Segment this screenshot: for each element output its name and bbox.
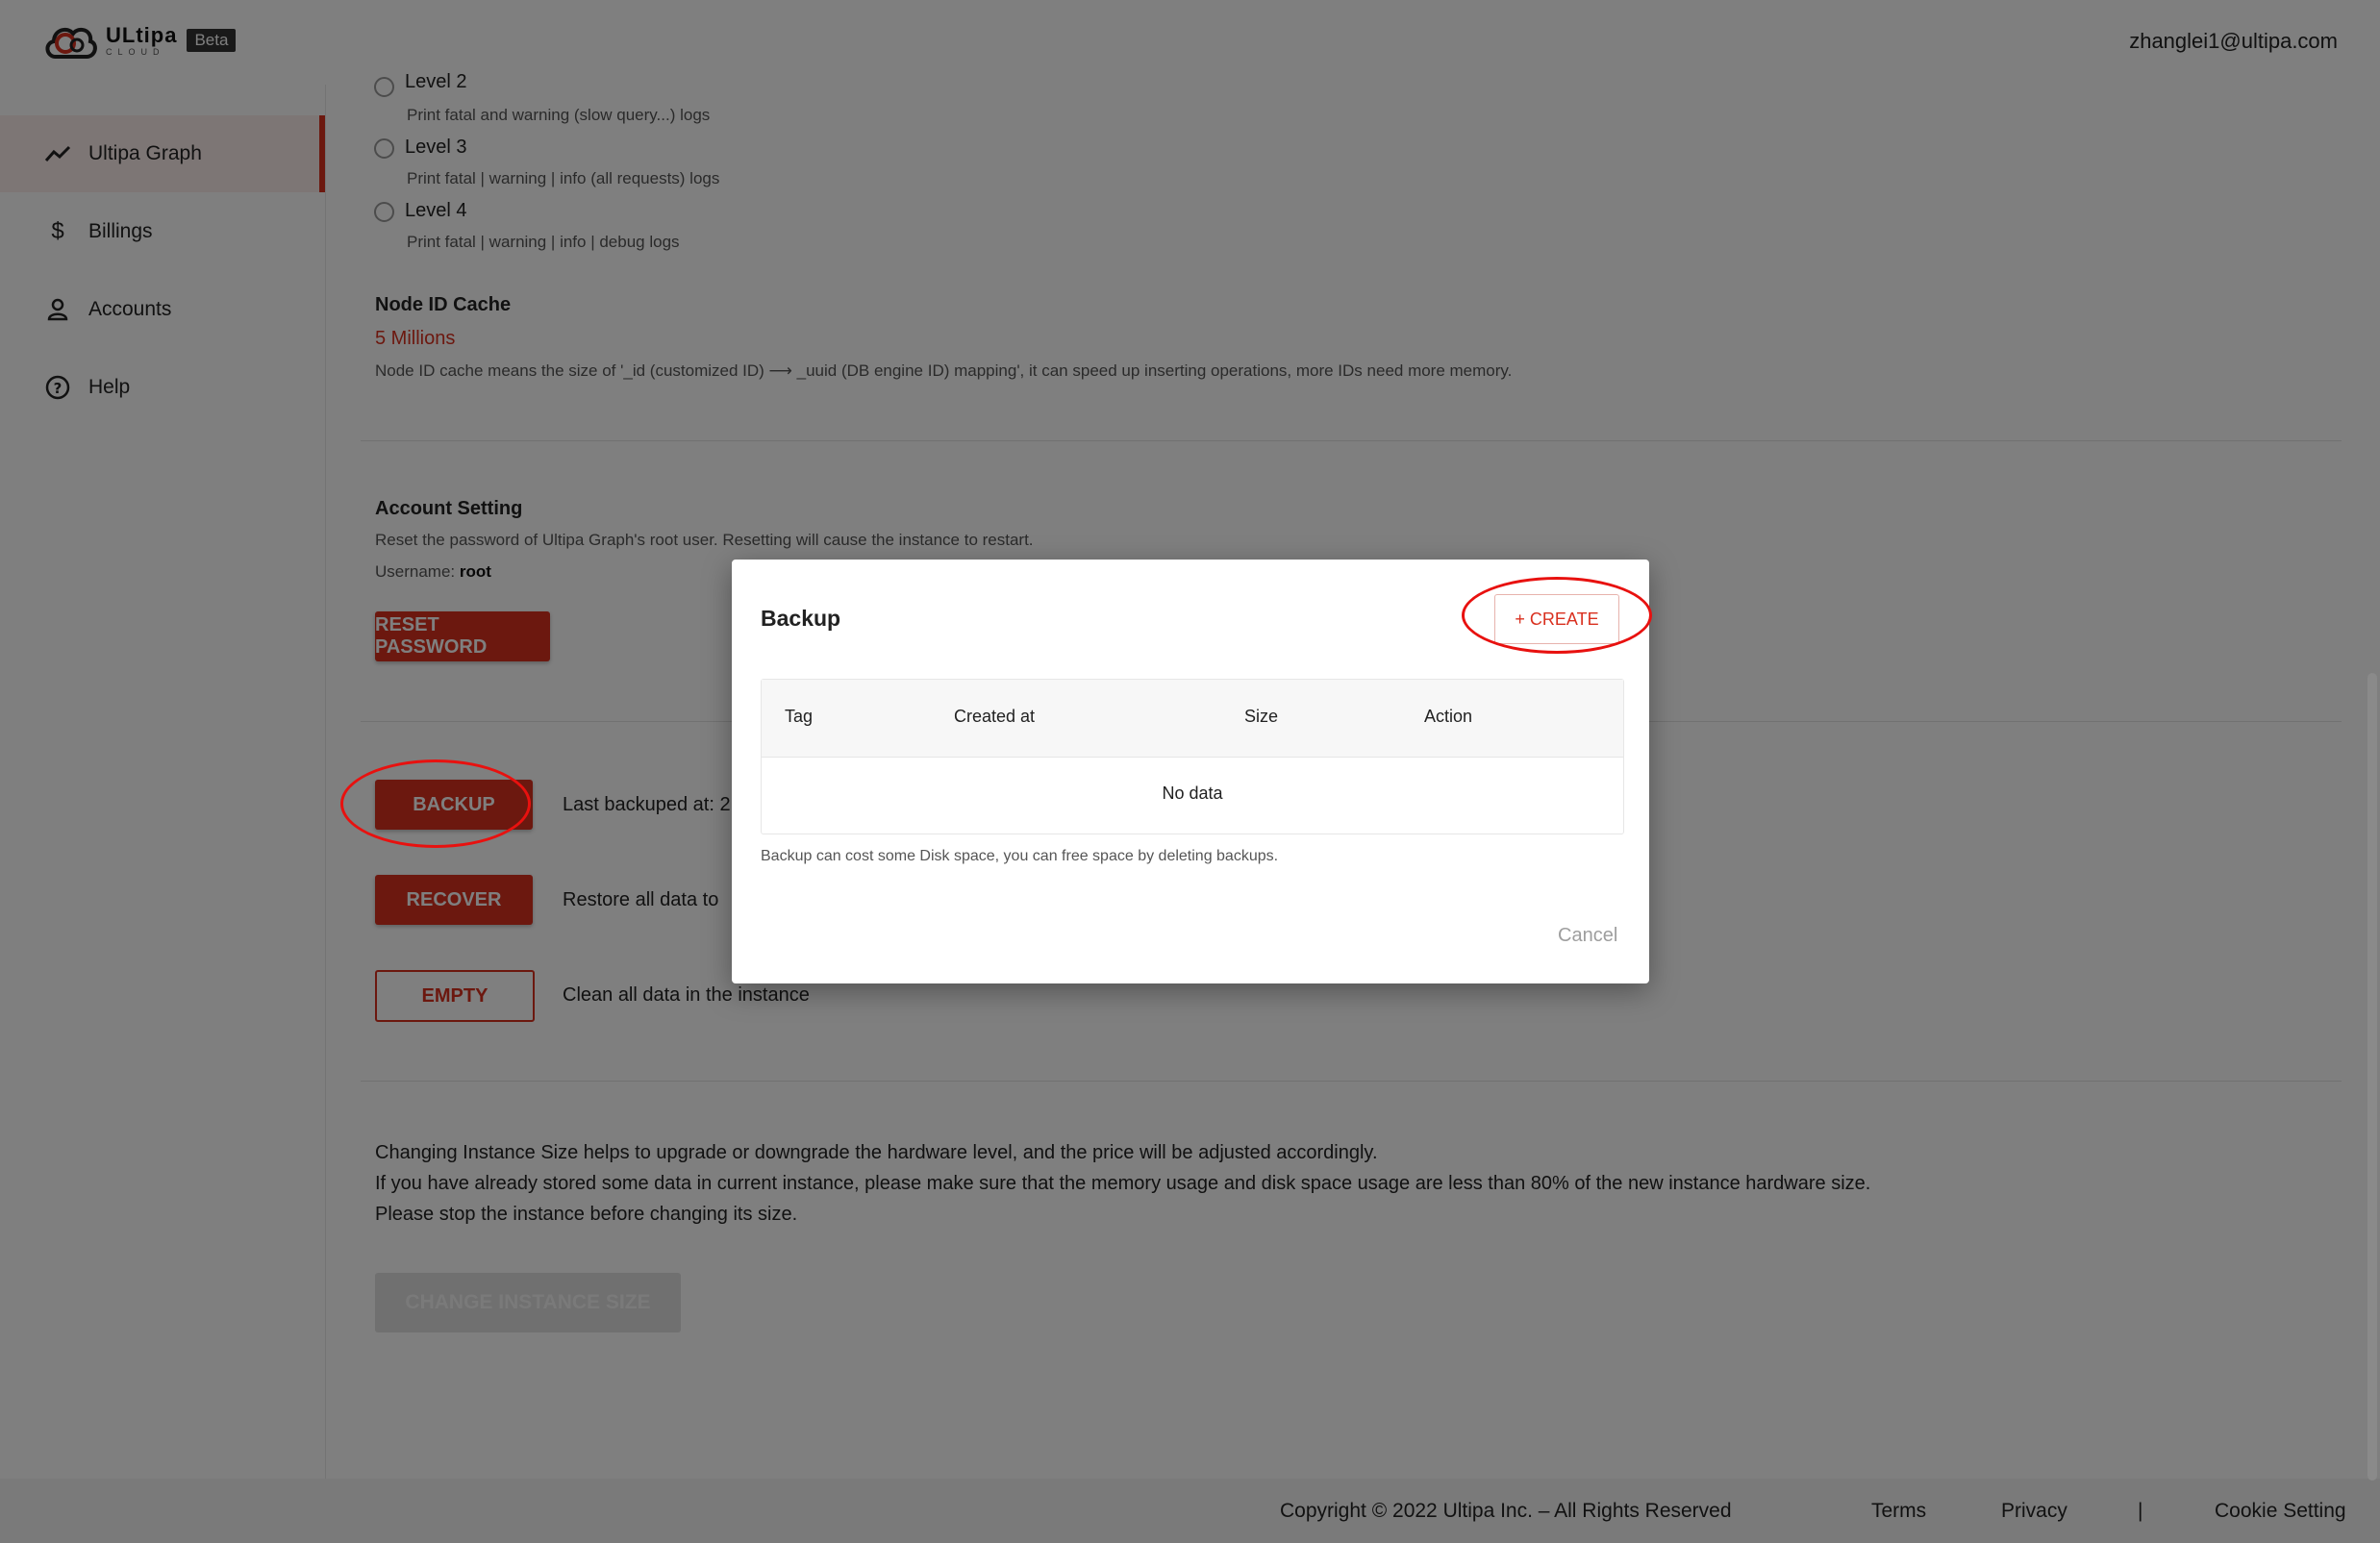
cancel-button[interactable]: Cancel [1558,925,1617,947]
annotation-ellipse-backup [340,759,531,848]
column-header-action[interactable]: Action [1424,707,1472,727]
backup-table: Tag Created at Size Action No data [761,679,1624,834]
page-scrollbar[interactable] [2367,673,2377,1481]
annotation-ellipse-create [1462,577,1652,654]
column-header-tag[interactable]: Tag [785,707,813,727]
column-header-size[interactable]: Size [1244,707,1278,727]
column-header-created-at[interactable]: Created at [954,707,1035,727]
empty-table-message: No data [1162,784,1223,803]
dialog-title: Backup [761,606,841,631]
backup-note: Backup can cost some Disk space, you can… [761,848,1279,864]
table-header: Tag Created at Size Action [762,680,1623,758]
